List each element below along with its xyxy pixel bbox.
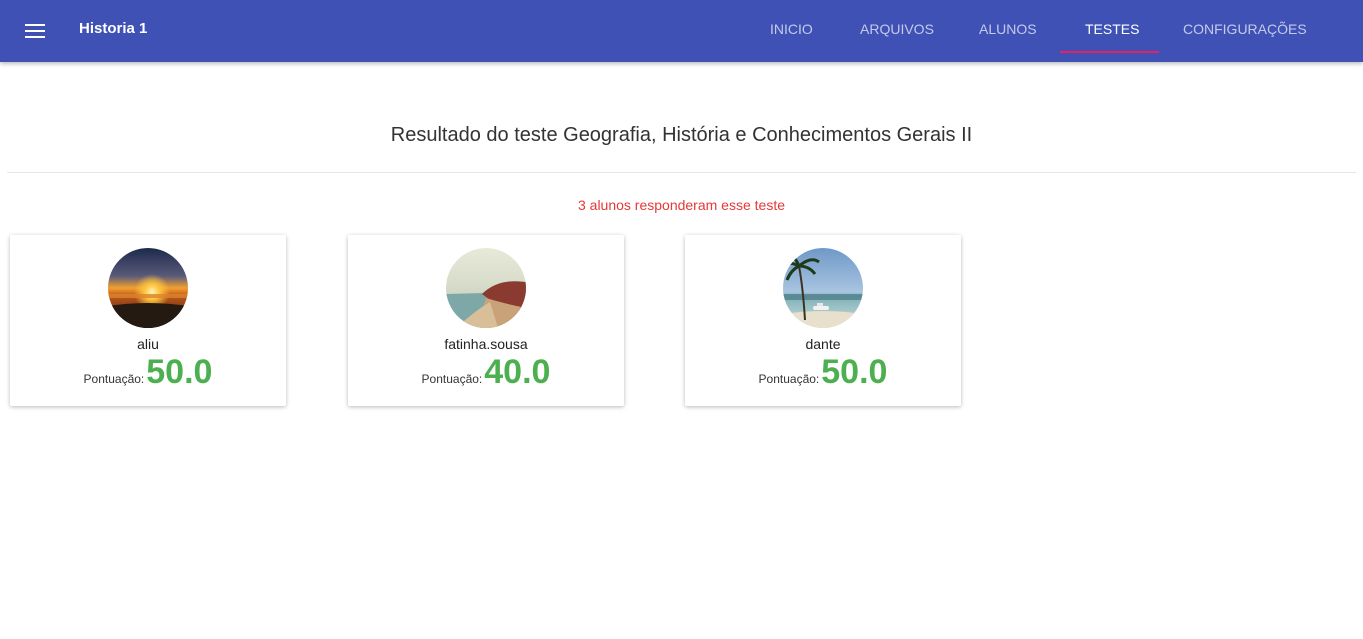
divider <box>7 172 1356 173</box>
active-tab-indicator <box>1060 51 1159 53</box>
tab-alunos[interactable]: ALUNOS <box>979 21 1037 37</box>
student-card[interactable]: fatinha.sousa Pontuação:40.0 <box>348 235 624 406</box>
student-name: aliu <box>137 336 159 352</box>
avatar <box>783 248 863 328</box>
tab-arquivos[interactable]: ARQUIVOS <box>860 21 934 37</box>
score-value: 50.0 <box>146 353 213 391</box>
student-name: fatinha.sousa <box>444 336 528 352</box>
score-value: 40.0 <box>484 353 551 391</box>
avatar <box>446 248 526 328</box>
tab-configuracoes[interactable]: CONFIGURAÇÕES <box>1183 21 1307 37</box>
app-toolbar: Historia 1 INICIO ARQUIVOS ALUNOS TESTES… <box>0 0 1363 62</box>
score-line: Pontuação:50.0 <box>10 353 286 392</box>
score-label: Pontuação: <box>83 372 145 386</box>
student-name: dante <box>805 336 841 352</box>
student-card[interactable]: dante Pontuação:50.0 <box>685 235 961 406</box>
score-line: Pontuação:50.0 <box>685 353 961 392</box>
respondents-count: 3 alunos responderam esse teste <box>577 197 785 213</box>
score-value: 50.0 <box>821 353 888 391</box>
score-label: Pontuação: <box>758 372 820 386</box>
score-label: Pontuação: <box>421 372 483 386</box>
tab-testes[interactable]: TESTES <box>1085 21 1139 37</box>
avatar <box>108 248 188 328</box>
student-card[interactable]: aliu Pontuação:50.0 <box>10 235 286 406</box>
score-line: Pontuação:40.0 <box>348 353 624 392</box>
tab-inicio[interactable]: INICIO <box>770 21 813 37</box>
page-title: Resultado do teste Geografia, História e… <box>390 124 973 146</box>
nav-tabs: INICIO ARQUIVOS ALUNOS TESTES CONFIGURAÇ… <box>0 0 1363 62</box>
